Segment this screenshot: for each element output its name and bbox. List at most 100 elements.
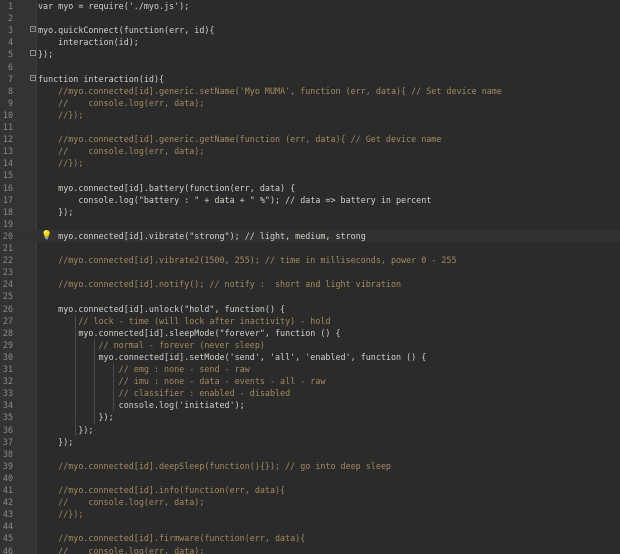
line-number: 29 — [2, 339, 13, 350]
line-number: 21 — [2, 243, 13, 253]
line-number: 44 — [2, 521, 13, 532]
line-number: 38 — [2, 448, 13, 459]
code-text: //myo.connected[id].firmware(function(er… — [38, 533, 306, 544]
code-line[interactable]: 31 // emg : none - send - raw — [0, 363, 620, 376]
line-number: 16 — [2, 182, 13, 193]
code-text: }); — [38, 424, 94, 435]
fold-toggle-icon[interactable] — [30, 50, 36, 57]
code-line[interactable]: 32 // imu : none - data - events - all -… — [0, 375, 620, 388]
line-number: 37 — [2, 436, 13, 447]
line-number: 11 — [2, 122, 13, 132]
code-line[interactable]: 8 //myo.connected[id].generic.setName('M… — [0, 85, 620, 97]
code-line[interactable]: 9 // console.log(err, data); — [0, 97, 620, 109]
code-line[interactable]: 4 interaction(id); — [0, 36, 620, 48]
code-line[interactable]: 29 // normal - forever (never sleep) — [0, 338, 620, 351]
code-line[interactable]: 7 − function interaction(id){ — [0, 73, 620, 85]
code-line[interactable]: 35 }); — [0, 411, 620, 424]
code-line[interactable]: 24 //myo.connected[id].notify(); // noti… — [0, 278, 620, 290]
code-line[interactable]: 33 // classifier : enabled - disabled — [0, 387, 620, 400]
code-text: myo.quickConnect(function(err, id){ — [38, 25, 215, 36]
line-number: 4 — [7, 37, 13, 48]
code-text: myo.connected[id].vibrate("strong"); // … — [38, 230, 366, 241]
code-line[interactable]: 18 }); — [0, 206, 620, 218]
code-text: // classifier : enabled - disabled — [38, 388, 291, 399]
code-line[interactable]: 40 — [0, 472, 620, 484]
line-number: 28 — [2, 327, 13, 338]
code-line[interactable]: 41 //myo.connected[id].info(function(err… — [0, 484, 620, 496]
code-editor[interactable]: 1 var myo = require('./myo.js'); 2 3− myo.qu… — [0, 0, 620, 554]
code-line[interactable]: 38 — [0, 448, 620, 460]
code-line[interactable]: 30 myo.connected[id].setMode('send', 'al… — [0, 350, 620, 363]
code-line[interactable]: 17 console.log("battery : " + data + " %… — [0, 194, 620, 206]
line-number: 23 — [2, 267, 13, 278]
code-line[interactable]: 12 //myo.connected[id].generic.getName(f… — [0, 133, 620, 145]
code-line[interactable]: 6 — [0, 61, 620, 73]
code-line[interactable]: 28 myo.connected[id].sleepMode("forever"… — [0, 326, 620, 339]
line-number: 5 — [7, 49, 13, 60]
code-text: //myo.connected[id].deepSleep(function()… — [38, 460, 391, 471]
code-line[interactable]: 23 — [0, 266, 620, 278]
line-number: 33 — [2, 388, 13, 399]
line-number: 10 — [2, 109, 13, 120]
code-line[interactable]: 37 }); — [0, 436, 620, 448]
line-number: 8 — [7, 85, 13, 96]
code-text: // console.log(err, data); — [38, 97, 205, 108]
code-line[interactable]: 26 myo.connected[id].unlock("hold", func… — [0, 303, 620, 315]
line-number: 15 — [2, 170, 13, 181]
fold-toggle-icon[interactable]: − — [30, 74, 36, 81]
code-text: //myo.connected[id].generic.getName(func… — [38, 134, 442, 145]
code-line[interactable]: 21 — [0, 242, 620, 254]
code-line[interactable]: 27 // lock - time (will lock after inact… — [0, 314, 620, 327]
line-number: 39 — [2, 460, 13, 471]
fold-toggle-icon[interactable]: − — [30, 26, 36, 33]
code-text: //myo.connected[id].vibrate2(1500, 255);… — [38, 255, 457, 266]
code-text: // normal - forever (never sleep) — [38, 339, 265, 350]
code-line[interactable]: 46 // console.log(err, data); — [0, 545, 620, 554]
code-line[interactable]: 14 //}); — [0, 157, 620, 169]
code-line[interactable]: 13 // console.log(err, data); — [0, 145, 620, 157]
code-text: myo.connected[id].setMode('send', 'all',… — [38, 351, 427, 362]
code-line[interactable]: 5}); — [0, 48, 620, 60]
code-text: // console.log(err, data); — [38, 146, 205, 157]
code-line[interactable]: 25 — [0, 290, 620, 302]
code-line[interactable]: 44 — [0, 520, 620, 532]
code-text: }); — [38, 206, 74, 217]
line-number: 1 — [7, 1, 13, 11]
line-number: 41 — [2, 485, 13, 495]
line-number: 22 — [2, 255, 13, 266]
code-line[interactable]: 36 }); — [0, 423, 620, 436]
code-line[interactable]: 16 myo.connected[id].battery(function(er… — [0, 182, 620, 194]
line-number: 17 — [2, 194, 13, 205]
line-number: 24 — [2, 279, 13, 290]
code-line[interactable]: 34 console.log('initiated'); — [0, 399, 620, 412]
code-line[interactable]: 10 //}); — [0, 109, 620, 121]
code-text: // imu : none - data - events - all - ra… — [38, 376, 326, 387]
line-number: 45 — [2, 533, 13, 544]
code-text: }); — [38, 49, 54, 60]
code-line[interactable]: 39 //myo.connected[id].deepSleep(functio… — [0, 460, 620, 472]
code-line[interactable]: 15 — [0, 169, 620, 181]
line-number: 14 — [2, 158, 13, 169]
line-number: 19 — [2, 218, 13, 229]
code-text: console.log("battery : " + data + " %");… — [38, 194, 432, 205]
line-number: 20 — [2, 230, 13, 241]
code-line[interactable]: 43 //}); — [0, 508, 620, 520]
code-line[interactable]: 42 // console.log(err, data); — [0, 496, 620, 508]
line-number: 6 — [7, 61, 13, 72]
code-line[interactable]: 45 //myo.connected[id].firmware(function… — [0, 532, 620, 544]
code-text: myo.connected[id].battery(function(err, … — [38, 182, 296, 193]
code-text: //}); — [38, 158, 84, 169]
code-line[interactable]: 19 — [0, 218, 620, 230]
code-text: var myo = require('./myo.js'); — [38, 1, 190, 11]
line-number: 26 — [2, 303, 13, 314]
code-line[interactable]: 20 💡 myo.connected[id].vibrate("strong");… — [0, 229, 620, 242]
code-line[interactable]: 22 //myo.connected[id].vibrate2(1500, 25… — [0, 254, 620, 266]
line-number: 32 — [2, 376, 13, 387]
code-line[interactable]: 2 — [0, 12, 620, 24]
line-number: 36 — [2, 424, 13, 435]
code-line[interactable]: 3 − myo.quickConnect(function(err, id){ — [0, 24, 620, 36]
code-text: // console.log(err, data); — [38, 545, 205, 554]
code-line[interactable]: 1 var myo = require('./myo.js'); — [0, 0, 620, 12]
code-line[interactable]: 11 — [0, 121, 620, 133]
code-text: interaction(id); — [38, 37, 139, 48]
